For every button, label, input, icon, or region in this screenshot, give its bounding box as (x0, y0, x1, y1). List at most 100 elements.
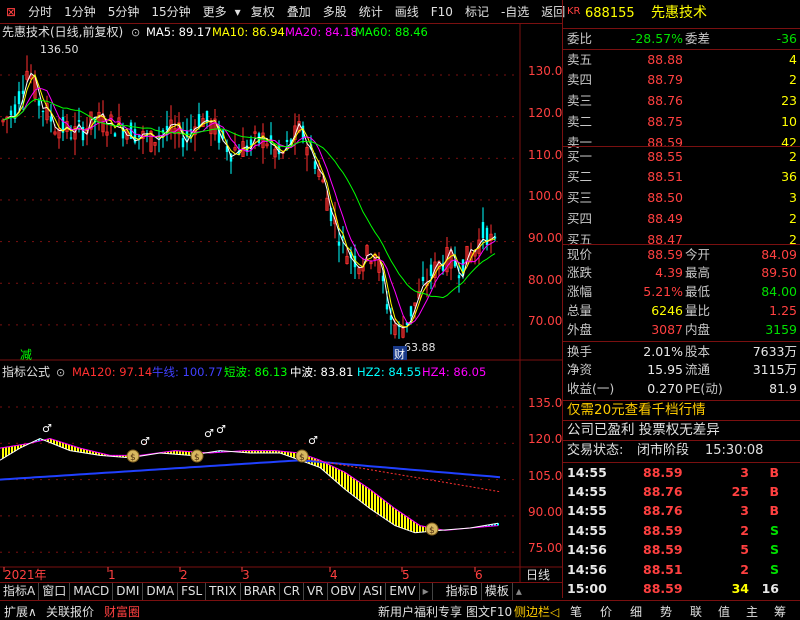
toolbar-tongji[interactable]: 统计 (353, 1, 389, 23)
footer-wealth-circle[interactable]: 财富圈 (104, 603, 140, 620)
candle-body-down (17, 91, 21, 105)
y-tick: 100.0 (528, 189, 562, 203)
candle-body-down (409, 306, 413, 317)
tab-window[interactable]: 窗口 (39, 583, 71, 600)
tick-volume: 3 (740, 465, 749, 480)
stat-row: 收益(一) 0.270 PE(动) 81.9 (563, 379, 800, 398)
tick-time: 14:56 (567, 561, 607, 577)
toolbar-diejia[interactable]: 叠加 (281, 1, 317, 23)
footer-related-quote[interactable]: 关联报价 (46, 603, 94, 620)
ma5-line (2, 72, 496, 329)
chart-area[interactable]: $ $ $ $ ♂ ♂ ♂ ♂ ♂ 先惠技术(日线,前复权) ⊙ MA5: 89.17 MA10… (0, 24, 562, 598)
tick-row: 14:55 88.76 25 B (563, 482, 800, 501)
buy-label: 买二 (567, 169, 593, 184)
toolbar-f10[interactable]: F10 (425, 1, 459, 23)
candle-body-down (249, 139, 253, 146)
tab-indicator-b[interactable]: 指标B (443, 583, 482, 600)
candle-body-down (113, 133, 117, 137)
indicator-tabs: 指标A 窗口 MACD DMI DMA FSL TRIX BRAR CR VR … (0, 582, 562, 600)
candle-body-down (385, 304, 389, 310)
rtab-zhu[interactable]: 主 (746, 603, 758, 620)
stat-value: 0.270 (647, 381, 683, 396)
tab-vr[interactable]: VR (304, 583, 328, 600)
promo-text[interactable]: 仅需20元查看千档行情 (567, 401, 706, 420)
tab-dmi[interactable]: DMI (113, 583, 144, 600)
tab-template[interactable]: 模板 (482, 583, 513, 600)
toolbar-1min[interactable]: 1分钟 (58, 1, 102, 23)
tab-emv[interactable]: EMV (386, 583, 420, 600)
cai-marker[interactable]: 财 (394, 347, 405, 361)
weicha-value: -36 (776, 31, 797, 46)
stat-label: 总量 (567, 303, 593, 318)
rtab-bi[interactable]: 笔 (570, 603, 582, 620)
toolbar-15min[interactable]: 15分钟 (145, 1, 196, 23)
tab-macd[interactable]: MACD (70, 583, 114, 600)
stat-label: 外盘 (567, 322, 593, 337)
tab-trix[interactable]: TRIX (206, 583, 241, 600)
tab-brar[interactable]: BRAR (241, 583, 281, 600)
tab-dma[interactable]: DMA (143, 583, 179, 600)
candle-body-down (429, 264, 433, 276)
stat-row: 换手 2.01% 股本 7633万 (563, 341, 800, 360)
rtab-zhi[interactable]: 值 (718, 603, 730, 620)
sell-label: 卖四 (567, 72, 593, 87)
male-symbol-icon: ♂ (42, 422, 52, 435)
toolbar-huaxian[interactable]: 画线 (389, 1, 425, 23)
rtab-lian[interactable]: 联 (690, 603, 702, 620)
chart-settings-icon[interactable]: ⊙ (131, 26, 140, 39)
tick-row: 14:56 88.51 2 S (563, 560, 800, 579)
stat-label: 流通 (685, 362, 711, 377)
footer-expand[interactable]: 扩展∧ (4, 603, 37, 620)
ma60-label: MA60: 88.46 (355, 25, 428, 39)
y-tick: 110.0 (528, 148, 562, 162)
toolbar-biaoji[interactable]: 标记 (459, 1, 495, 23)
tick-time: 15:00 (567, 581, 607, 596)
period-label[interactable]: 日线 (526, 568, 550, 582)
candle-body-down (457, 275, 461, 279)
rtab-jia[interactable]: 价 (600, 603, 612, 620)
stat-value: 1.25 (769, 303, 797, 318)
toolbar-more[interactable]: 更多 (197, 1, 233, 23)
toolbar-zixuan[interactable]: -自选 (495, 1, 535, 23)
tab-asi[interactable]: ASI (360, 583, 387, 600)
tab-indicator-a[interactable]: 指标A (0, 583, 40, 600)
toolbar-fuquan[interactable]: 复权 (245, 1, 281, 23)
tick-volume: 25 (731, 483, 749, 499)
footer-sidebar[interactable]: 侧边栏◁ (514, 603, 559, 620)
buy-price: 88.51 (647, 169, 683, 184)
tab-obv[interactable]: OBV (328, 583, 361, 600)
money-bag-icon-glyph: $ (299, 453, 305, 463)
promo-row[interactable]: 仅需20元查看千档行情 (563, 400, 800, 419)
sell-volume: 23 (781, 93, 797, 108)
stat-value: 3159 (765, 322, 797, 337)
rtab-shi[interactable]: 势 (660, 603, 672, 620)
kline-chart-svg[interactable]: $ $ $$♂♂♂ ♂♂ 先惠技术(日线,前复权) ⊙ MA5: 89.17 MA10… (0, 24, 562, 598)
tab-fsl[interactable]: FSL (178, 583, 207, 600)
tick-row: 14:55 88.59 2 S (563, 521, 800, 540)
toolbar-close-icon[interactable]: ⊠ (0, 1, 22, 23)
indicator-settings-icon[interactable]: ⊙ (56, 366, 65, 379)
tab-scroll-icon[interactable]: ▸ (420, 583, 433, 600)
tab-cr[interactable]: CR (280, 583, 304, 600)
footer-f10[interactable]: 图文F10 (466, 603, 512, 620)
rtab-xi[interactable]: 细 (630, 603, 642, 620)
candle-body-down (69, 137, 73, 139)
toolbar-5min[interactable]: 5分钟 (102, 1, 146, 23)
weibi-value: -28.57% (630, 31, 683, 46)
stock-header: KR 688155 先惠技术 (563, 4, 800, 23)
footer-new-user[interactable]: 新用户福利专享 (378, 603, 462, 620)
toolbar-duogu[interactable]: 多股 (317, 1, 353, 23)
buy-price: 88.49 (647, 211, 683, 226)
tab-more-icon[interactable]: ▴ (513, 583, 525, 600)
tick-row: 14:55 88.76 3 B (563, 501, 800, 520)
stat-value: 2.01% (643, 344, 683, 359)
rtab-chou[interactable]: 筹 (774, 603, 786, 620)
toolbar-more-arrow-icon[interactable]: ▾ (233, 1, 243, 23)
tick-row: 15:00 88.59 34 16 (563, 579, 800, 598)
sell-price: 88.76 (647, 93, 683, 108)
y-tick: 120.0 (528, 106, 562, 120)
tick-direction: S (769, 561, 779, 577)
toolbar-fenshi[interactable]: 分时 (22, 1, 58, 23)
company-row: 公司已盈利 投票权无差异 (563, 420, 800, 439)
tick-price: 88.59 (643, 581, 683, 596)
